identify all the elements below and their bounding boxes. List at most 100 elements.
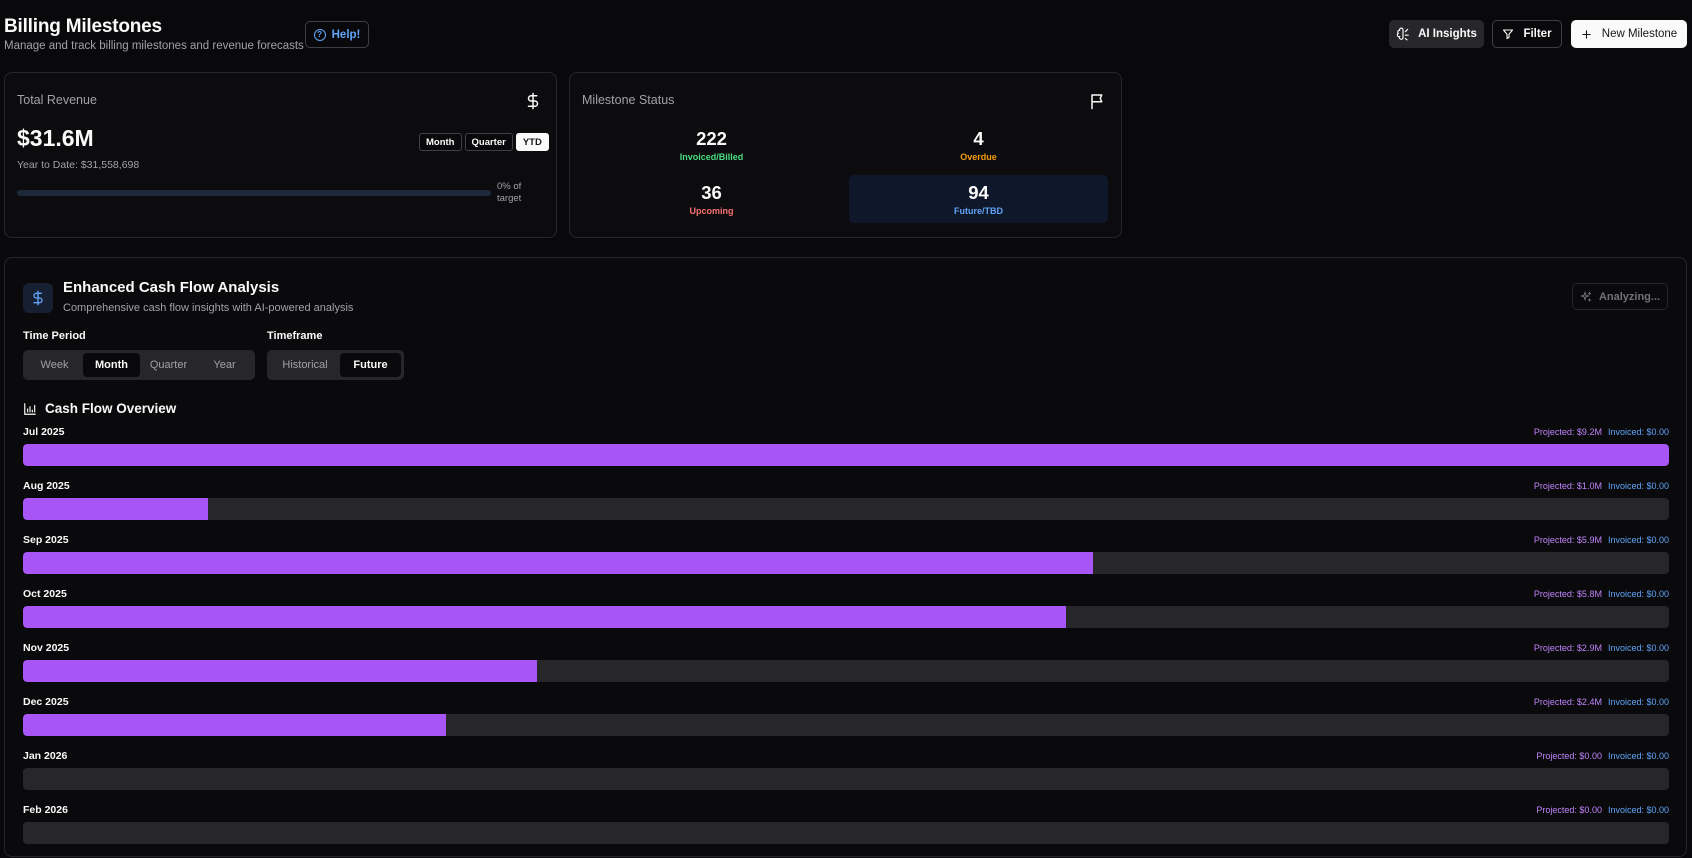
analysis-title: Enhanced Cash Flow Analysis <box>63 279 280 296</box>
invoiced-value: Invoiced: $0.00 <box>1607 589 1669 599</box>
revenue-period-toggle: Month Quarter YTD <box>419 133 549 151</box>
projected-value: Projected: $2.4M <box>1533 697 1602 707</box>
row-values: Projected: $2.9M Invoiced: $0.00 <box>1534 643 1669 653</box>
help-button[interactable]: ? Help! <box>305 21 369 48</box>
total-revenue-value: $31.6M <box>17 125 94 151</box>
stat-count: 94 <box>968 181 989 203</box>
projected-value: Projected: $5.9M <box>1533 535 1602 545</box>
row-values: Projected: $2.4M Invoiced: $0.00 <box>1534 697 1669 707</box>
cash-flow-bar-track <box>23 768 1669 790</box>
projected-value: Projected: $0.00 <box>1536 805 1602 815</box>
tab-historical[interactable]: Historical <box>270 353 340 377</box>
month-label: Sep 2025 <box>23 534 69 546</box>
month-label: Aug 2025 <box>23 480 70 492</box>
tab-week[interactable]: Week <box>26 353 83 377</box>
invoiced-value: Invoiced: $0.00 <box>1607 697 1669 707</box>
help-button-label: Help! <box>331 28 361 41</box>
month-label: Jan 2026 <box>23 750 68 762</box>
projected-value: Projected: $9.2M <box>1533 427 1602 437</box>
target-percentage-text: 0% of target <box>497 181 522 204</box>
ai-insights-button[interactable]: AI Insights <box>1389 20 1484 48</box>
cash-flow-row: Aug 2025 Projected: $1.0M Invoiced: $0.00 <box>23 480 1669 534</box>
invoiced-value: Invoiced: $0.00 <box>1607 481 1669 491</box>
cash-flow-row: Sep 2025 Projected: $5.9M Invoiced: $0.00 <box>23 534 1669 588</box>
stat-count: 222 <box>696 127 727 149</box>
status-card-title: Milestone Status <box>582 93 675 107</box>
stat-future-tbd[interactable]: 94 Future/TBD <box>849 175 1108 223</box>
ai-insights-label: AI Insights <box>1418 28 1477 40</box>
stat-count: 4 <box>973 127 984 149</box>
cash-flow-bar-track <box>23 660 1669 682</box>
invoiced-value: Invoiced: $0.00 <box>1607 427 1669 437</box>
stat-overdue[interactable]: 4 Overdue <box>849 121 1108 169</box>
invoiced-value: Invoiced: $0.00 <box>1607 535 1669 545</box>
cash-flow-analysis-panel: Enhanced Cash Flow Analysis Comprehensiv… <box>4 257 1687 857</box>
analyzing-label: Analyzing... <box>1598 290 1661 303</box>
dollar-icon <box>23 283 53 313</box>
cash-flow-row: Feb 2026 Projected: $0.00 Invoiced: $0.00 <box>23 804 1669 858</box>
month-label: Dec 2025 <box>23 696 69 708</box>
dollar-icon <box>527 92 539 110</box>
projected-value: Projected: $5.8M <box>1533 589 1602 599</box>
projected-bar <box>23 714 447 736</box>
page-header: Billing Milestones Manage and track bill… <box>0 0 1692 64</box>
month-label: Feb 2026 <box>23 804 68 816</box>
new-milestone-label: New Milestone <box>1601 28 1678 40</box>
new-milestone-button[interactable]: New Milestone <box>1571 20 1687 48</box>
month-label: Nov 2025 <box>23 642 70 654</box>
row-values: Projected: $1.0M Invoiced: $0.00 <box>1534 481 1669 491</box>
total-revenue-card: Total Revenue $31.6M Year to Date: $31,5… <box>4 72 557 238</box>
filter-label: Filter <box>1523 28 1552 40</box>
sparkles-icon <box>1579 290 1591 301</box>
analyzing-button[interactable]: Analyzing... <box>1572 283 1668 310</box>
stat-label: Upcoming <box>689 205 734 216</box>
cash-flow-bar-track <box>23 822 1669 844</box>
analysis-subtitle: Comprehensive cash flow insights with AI… <box>63 302 354 314</box>
cash-flow-bar-track <box>23 498 1669 520</box>
cash-flow-row: Nov 2025 Projected: $2.9M Invoiced: $0.00 <box>23 642 1669 696</box>
bar-chart-icon <box>24 402 36 415</box>
cash-flow-row: Jul 2025 Projected: $9.2M Invoiced: $0.00 <box>23 426 1669 480</box>
cash-flow-bar-track <box>23 714 1669 736</box>
cash-flow-bar-track <box>23 552 1669 574</box>
filter-icon <box>1503 29 1514 40</box>
stat-upcoming[interactable]: 36 Upcoming <box>582 175 841 223</box>
stat-invoiced-billed[interactable]: 222 Invoiced/Billed <box>582 121 841 169</box>
projected-bar <box>23 552 1093 574</box>
help-circle-icon: ? <box>313 28 326 41</box>
tab-month[interactable]: Month <box>83 353 140 377</box>
cash-flow-overview-title: Cash Flow Overview <box>45 401 177 416</box>
invoiced-value: Invoiced: $0.00 <box>1607 643 1669 653</box>
cash-flow-bars: Jul 2025 Projected: $9.2M Invoiced: $0.00 A… <box>23 426 1669 858</box>
milestone-status-card: Milestone Status 222 Invoiced/Billed 4 O… <box>569 72 1122 238</box>
month-label: Jul 2025 <box>23 426 65 438</box>
page-subtitle: Manage and track billing milestones and … <box>4 40 304 52</box>
cash-flow-bar-track <box>23 606 1669 628</box>
timeframe-label: Timeframe <box>267 330 323 342</box>
row-values: Projected: $9.2M Invoiced: $0.00 <box>1534 427 1669 437</box>
projected-value: Projected: $1.0M <box>1533 481 1602 491</box>
filter-button[interactable]: Filter <box>1492 20 1562 48</box>
period-month-button[interactable]: Month <box>419 133 462 151</box>
period-quarter-button[interactable]: Quarter <box>464 133 513 151</box>
period-ytd-button[interactable]: YTD <box>515 133 549 151</box>
timeframe-selector: Historical Future <box>267 350 404 380</box>
cash-flow-row: Dec 2025 Projected: $2.4M Invoiced: $0.00 <box>23 696 1669 750</box>
time-period-label: Time Period <box>23 330 86 342</box>
row-values: Projected: $5.8M Invoiced: $0.00 <box>1534 589 1669 599</box>
tab-quarter[interactable]: Quarter <box>140 353 197 377</box>
row-values: Projected: $0.00 Invoiced: $0.00 <box>1536 805 1669 815</box>
projected-bar <box>23 660 538 682</box>
tab-future[interactable]: Future <box>340 353 401 377</box>
stat-label: Invoiced/Billed <box>679 151 744 162</box>
stat-label: Future/TBD <box>954 205 1003 216</box>
stat-label: Overdue <box>960 151 997 162</box>
row-values: Projected: $5.9M Invoiced: $0.00 <box>1534 535 1669 545</box>
cash-flow-overview-heading: Cash Flow Overview <box>23 401 176 416</box>
tab-year[interactable]: Year <box>197 353 252 377</box>
revenue-card-title: Total Revenue <box>17 93 97 107</box>
stat-count: 36 <box>701 181 722 203</box>
projected-bar <box>23 606 1066 628</box>
invoiced-value: Invoiced: $0.00 <box>1607 751 1669 761</box>
row-values: Projected: $0.00 Invoiced: $0.00 <box>1536 751 1669 761</box>
